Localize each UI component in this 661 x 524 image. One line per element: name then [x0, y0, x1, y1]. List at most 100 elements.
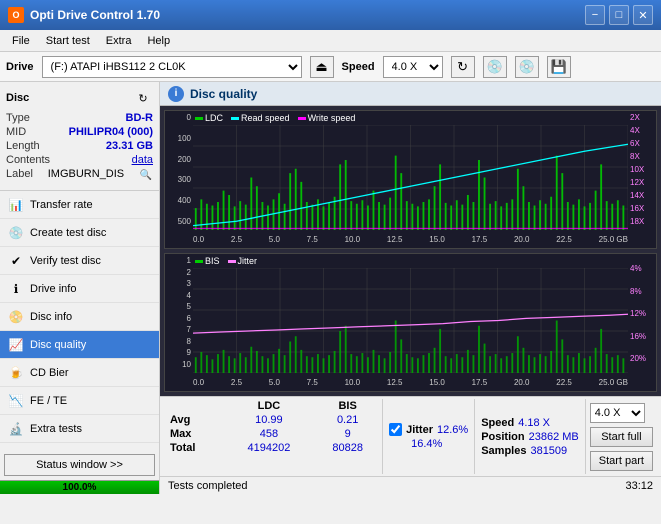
save-button[interactable]: 💾	[547, 56, 571, 78]
disc-mid-key: MID	[6, 126, 26, 138]
disc-label-icon[interactable]: 🔍	[139, 168, 153, 182]
jitter-checkbox[interactable]	[389, 423, 402, 436]
sidebar-item-drive-info[interactable]: ℹ Drive info	[0, 275, 159, 303]
chart2-y-right: 20%16%12%8%4%	[628, 254, 656, 371]
speed-select[interactable]: 4.0 X	[383, 56, 443, 78]
samples-row: Samples 381509	[481, 445, 579, 457]
drive-info-icon: ℹ	[8, 281, 24, 297]
minimize-button[interactable]: −	[585, 5, 605, 25]
menu-extra[interactable]: Extra	[98, 33, 140, 49]
jitter-section: Jitter 12.6% 16.4%	[382, 399, 474, 474]
speed-val: 4.18 X	[518, 417, 550, 429]
bis-chart: BIS Jitter 10987654321 20%16%12%8%4% 0.0…	[164, 253, 657, 392]
disc-mid-val: PHILIPR04 (000)	[69, 126, 153, 138]
disc-length-val: 23.31 GB	[106, 140, 153, 152]
disc-info-panel: Disc ↻ Type BD-R MID PHILIPR04 (000) Len…	[0, 82, 159, 191]
create-disc-icon: 💿	[8, 225, 24, 241]
menu-start-test[interactable]: Start test	[38, 33, 98, 49]
stats-row-max: Max 458 9	[164, 427, 382, 441]
disc-contents-val[interactable]: data	[132, 154, 153, 166]
stats-total-label: Total	[164, 441, 225, 455]
sidebar-item-cd-bier[interactable]: 🍺 CD Bier	[0, 359, 159, 387]
disc-info-icon: 📀	[8, 309, 24, 325]
position-val: 23862 MB	[529, 431, 579, 443]
stats-avg-bis: 0.21	[313, 413, 382, 427]
sidebar-item-label-drive-info: Drive info	[30, 283, 76, 295]
legend-jitter: Jitter	[228, 256, 258, 266]
disc-button-1[interactable]: 💿	[483, 56, 507, 78]
disc-button-2[interactable]: 💿	[515, 56, 539, 78]
stats-row-avg: Avg 10.99 0.21	[164, 413, 382, 427]
menu-help[interactable]: Help	[139, 33, 178, 49]
chart1-y-left: 5004003002001000	[165, 111, 193, 228]
start-part-button[interactable]: Start part	[590, 451, 653, 471]
stats-col-blank	[164, 399, 225, 413]
sidebar-item-extra-tests[interactable]: 🔬 Extra tests	[0, 415, 159, 443]
chart1-y-right: 18X16X14X12X10X8X6X4X2X	[628, 111, 656, 228]
sidebar-item-verify-test-disc[interactable]: ✔ Verify test disc	[0, 247, 159, 275]
chart2-y-left: 10987654321	[165, 254, 193, 371]
action-section: 4.0 X Start full Start part	[585, 399, 657, 474]
status-time: 33:12	[625, 480, 653, 492]
stats-total-bis: 80828	[313, 441, 382, 455]
ldc-chart: LDC Read speed Write speed 5004003002001…	[164, 110, 657, 249]
status-bar: Tests completed 33:12	[160, 476, 661, 494]
legend-write: Write speed	[298, 113, 356, 123]
close-button[interactable]: ✕	[633, 5, 653, 25]
sidebar-item-create-test-disc[interactable]: 💿 Create test disc	[0, 219, 159, 247]
chart1-legend: LDC Read speed Write speed	[195, 113, 355, 123]
stats-avg-ldc: 10.99	[225, 413, 314, 427]
disc-quality-icon: 📈	[8, 337, 24, 353]
disc-type-val: BD-R	[126, 112, 154, 124]
samples-val: 381509	[530, 445, 567, 457]
disc-length-key: Length	[6, 140, 40, 152]
stats-max-label: Max	[164, 427, 225, 441]
stats-max-ldc: 458	[225, 427, 314, 441]
sidebar-item-label-cd-bier: CD Bier	[30, 367, 69, 379]
speed-section: Speed 4.18 X Position 23862 MB Samples 3…	[474, 399, 585, 474]
status-window-button[interactable]: Status window >>	[4, 454, 155, 476]
legend-ldc: LDC	[195, 113, 223, 123]
disc-refresh-icon[interactable]: ↻	[133, 88, 153, 108]
menu-file[interactable]: File	[4, 33, 38, 49]
chart2-inner	[193, 268, 628, 373]
sidebar-item-label-verify: Verify test disc	[30, 255, 101, 267]
sidebar-nav: 📊 Transfer rate 💿 Create test disc ✔ Ver…	[0, 191, 159, 450]
disc-type-key: Type	[6, 112, 30, 124]
maximize-button[interactable]: □	[609, 5, 629, 25]
verify-icon: ✔	[8, 253, 24, 269]
stats-col-ldc: LDC	[225, 399, 314, 413]
jitter-label: Jitter	[406, 424, 433, 436]
quality-icon: i	[168, 86, 184, 102]
sidebar-item-label-transfer-rate: Transfer rate	[30, 199, 93, 211]
menu-bar: File Start test Extra Help	[0, 30, 661, 52]
main-area: Disc ↻ Type BD-R MID PHILIPR04 (000) Len…	[0, 82, 661, 494]
cd-bier-icon: 🍺	[8, 365, 24, 381]
speed-row: Speed 4.18 X	[481, 417, 579, 429]
stats-table: LDC BIS Avg 10.99 0.21 Max 458	[164, 399, 382, 474]
speed-label: Speed	[342, 61, 375, 73]
progress-text: 100.0%	[0, 481, 159, 494]
chart1-x-axis: 0.02.55.07.510.012.515.017.520.022.525.0…	[193, 230, 628, 248]
sidebar-item-transfer-rate[interactable]: 📊 Transfer rate	[0, 191, 159, 219]
test-speed-select[interactable]: 4.0 X	[590, 403, 645, 423]
sidebar: Disc ↻ Type BD-R MID PHILIPR04 (000) Len…	[0, 82, 160, 494]
drive-select[interactable]: (F:) ATAPI iHBS112 2 CL0K	[42, 56, 302, 78]
sidebar-item-disc-quality[interactable]: 📈 Disc quality	[0, 331, 159, 359]
start-full-button[interactable]: Start full	[590, 427, 653, 447]
extra-tests-icon: 🔬	[8, 421, 24, 437]
fe-te-icon: 📉	[8, 393, 24, 409]
sidebar-item-fe-te[interactable]: 📉 FE / TE	[0, 387, 159, 415]
sidebar-item-disc-info[interactable]: 📀 Disc info	[0, 303, 159, 331]
app-icon: O	[8, 7, 24, 23]
content-area: i Disc quality LDC Read speed	[160, 82, 661, 494]
jitter-val: 12.6%	[437, 424, 468, 436]
transfer-rate-icon: 📊	[8, 197, 24, 213]
refresh-button[interactable]: ↻	[451, 56, 475, 78]
charts-area: LDC Read speed Write speed 5004003002001…	[160, 106, 661, 396]
legend-bis: BIS	[195, 256, 220, 266]
eject-button[interactable]: ⏏	[310, 56, 334, 78]
position-row: Position 23862 MB	[481, 431, 579, 443]
stats-avg-label: Avg	[164, 413, 225, 427]
stats-max-bis: 9	[313, 427, 382, 441]
